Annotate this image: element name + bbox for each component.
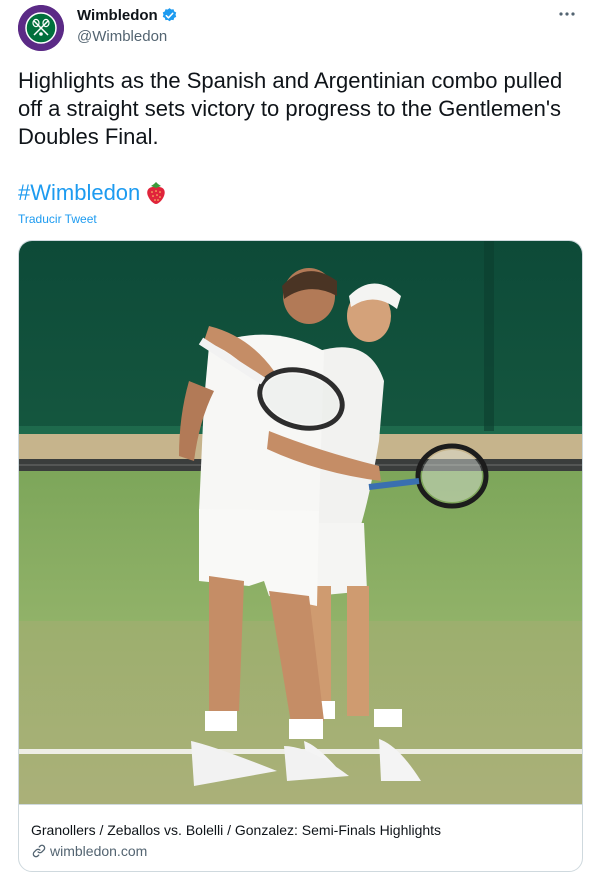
- name-row: Wimbledon: [77, 7, 178, 24]
- card-title[interactable]: Granollers / Zeballos vs. Bolelli / Gonz…: [31, 822, 441, 838]
- link-icon: [31, 843, 47, 859]
- tweet-header: Wimbledon @Wimbledon: [0, 0, 599, 60]
- hashtag-link[interactable]: #Wimbledon: [18, 180, 140, 206]
- card-image[interactable]: [19, 241, 582, 804]
- card-domain-row: wimbledon.com: [31, 843, 147, 859]
- translate-tweet-link[interactable]: Traducir Tweet: [18, 212, 97, 226]
- card-info[interactable]: Granollers / Zeballos vs. Bolelli / Gonz…: [19, 804, 582, 871]
- avatar[interactable]: [18, 5, 64, 51]
- wimbledon-logo-icon: [18, 5, 64, 51]
- card-domain[interactable]: wimbledon.com: [50, 843, 147, 859]
- strawberry-icon: [145, 181, 167, 205]
- link-card[interactable]: Granollers / Zeballos vs. Bolelli / Gonz…: [18, 240, 583, 872]
- verified-badge-icon: [161, 7, 178, 24]
- hashtag-row: #Wimbledon: [18, 180, 167, 206]
- user-handle[interactable]: @Wimbledon: [77, 28, 167, 45]
- display-name[interactable]: Wimbledon: [77, 7, 158, 24]
- more-horizontal-icon[interactable]: [553, 4, 581, 24]
- tweet-text: Highlights as the Spanish and Argentinia…: [18, 68, 563, 149]
